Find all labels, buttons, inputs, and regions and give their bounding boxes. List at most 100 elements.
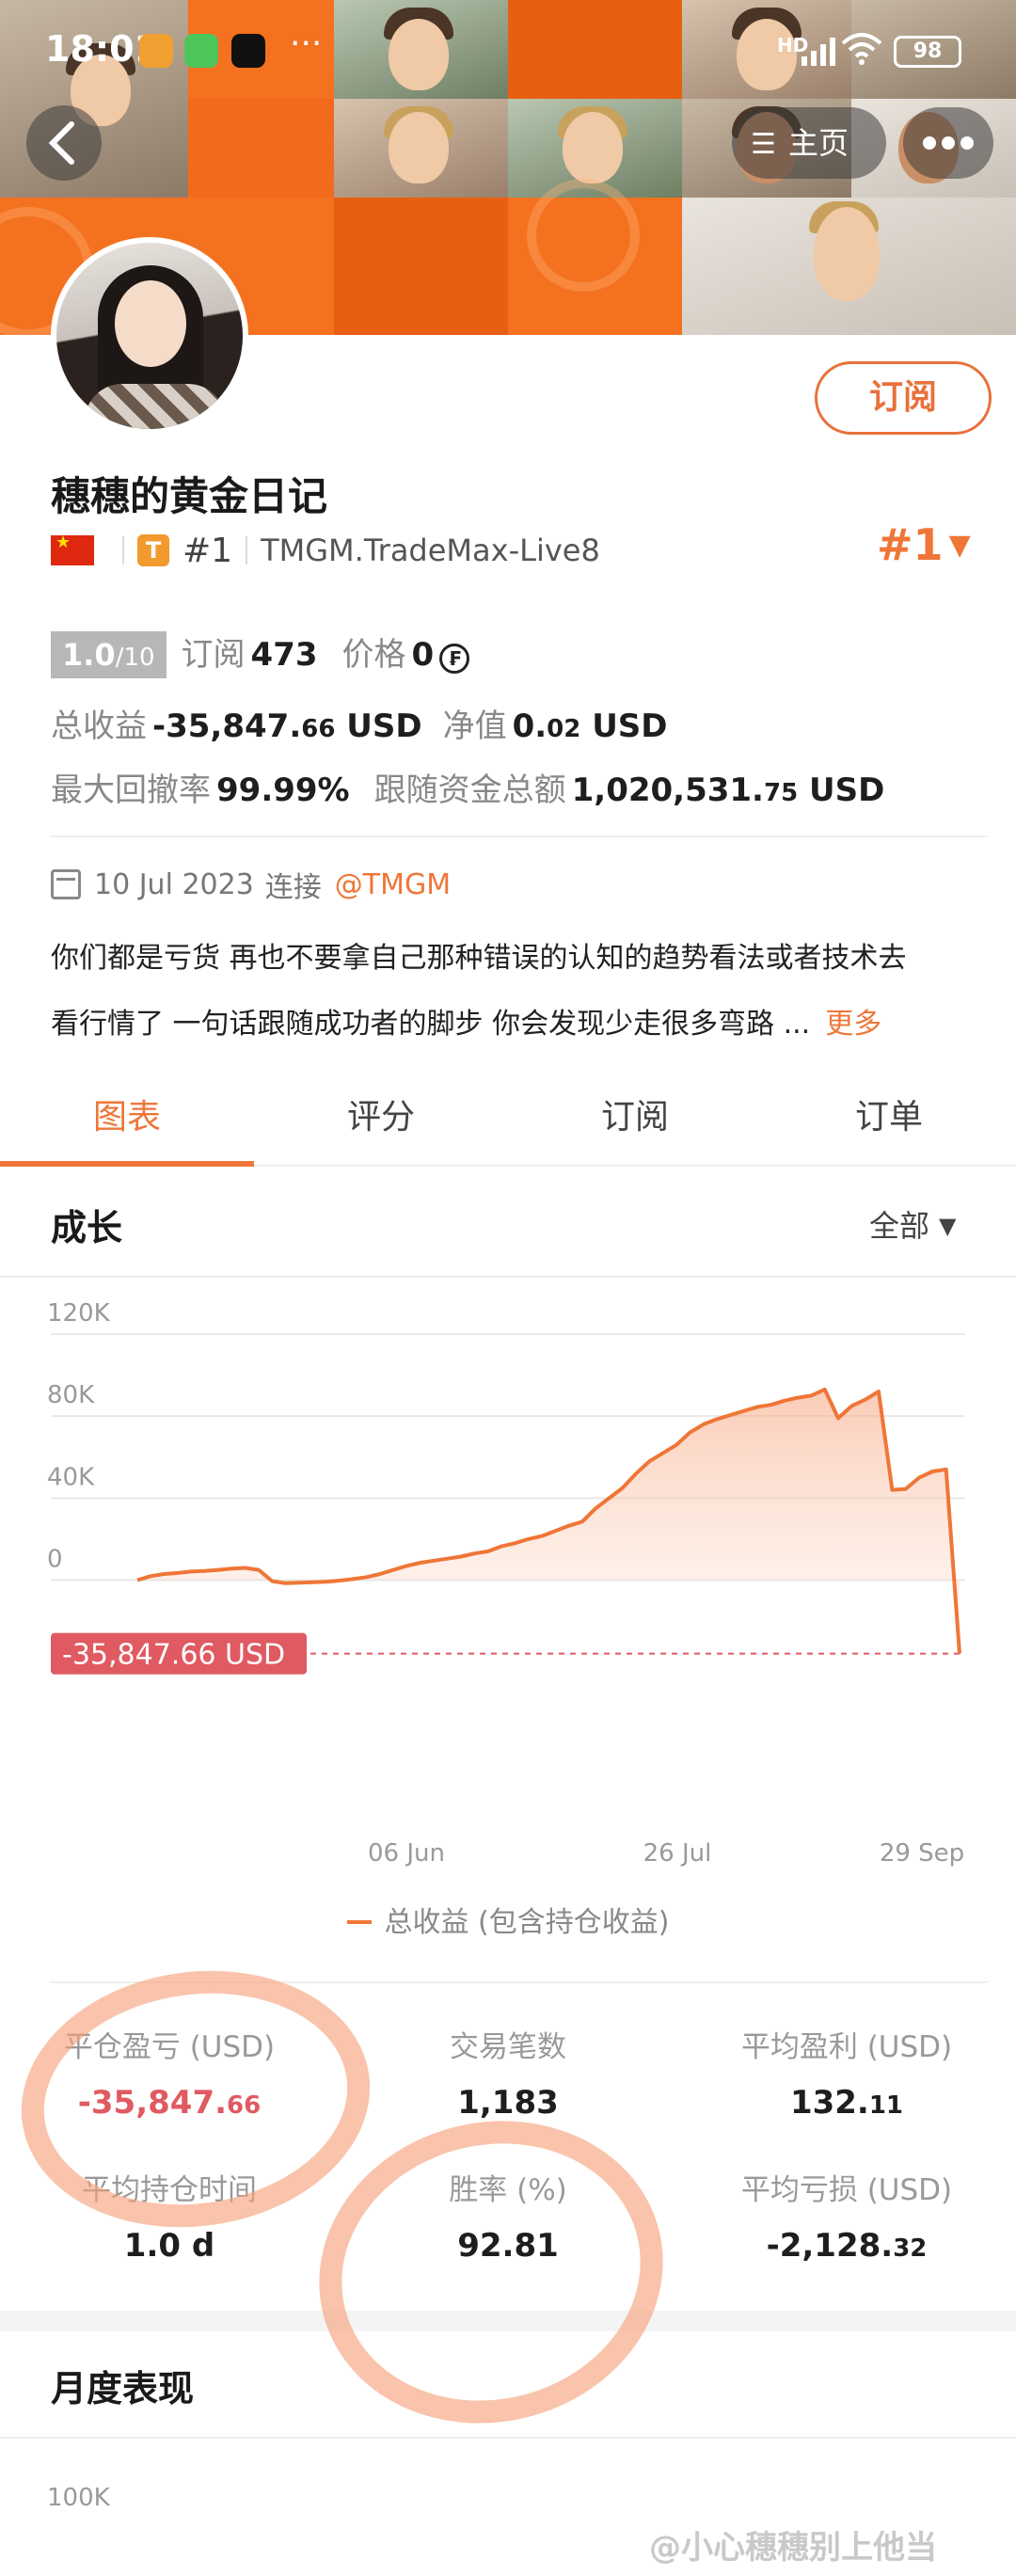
x-tick-label: 06 Jun	[368, 1839, 445, 1868]
tier-badge: T	[137, 534, 169, 566]
battery-indicator: 98	[894, 36, 961, 68]
avg-profit-value: 132.11	[677, 2084, 1016, 2122]
follow-funds-value: 1,020,531.75 USD	[572, 771, 885, 809]
subscribe-button[interactable]: 订阅	[815, 361, 992, 435]
download-icon	[184, 34, 218, 68]
overflow-dots: ···	[290, 24, 323, 63]
profile-meta: T #1 TMGM.TradeMax-Live8	[51, 529, 600, 572]
growth-title: 成长	[51, 1207, 123, 1248]
total-profit-label: 总收益	[51, 708, 147, 745]
total-profit-value: -35,847.66 USD	[152, 708, 422, 745]
stats-row-score: 1.0/10 订阅 473 价格 0 ₣	[51, 628, 470, 678]
nav-value: 0.02 USD	[513, 708, 668, 745]
trades-cell: 交易笔数 1,183	[339, 2023, 677, 2122]
join-info: 10 Jul 2023 连接 @TMGM	[51, 864, 451, 905]
y-tick-label: 120K	[47, 1299, 111, 1328]
menu-lines-icon: ☰	[751, 128, 776, 161]
banner-decoration	[527, 179, 640, 292]
tab-chart[interactable]: 图表	[0, 1082, 254, 1167]
total-profit-unit: USD	[346, 708, 422, 745]
banner-tile	[334, 198, 508, 335]
home-label: 主页	[788, 125, 849, 161]
range-filter-label: 全部	[869, 1208, 930, 1244]
y-tick-label: 0	[47, 1546, 63, 1574]
wifi-icon	[841, 33, 882, 65]
tab-orders[interactable]: 订单	[762, 1082, 1016, 1165]
tab-bar: 图表 评分 订阅 订单	[0, 1082, 1016, 1167]
avg-profit-int: 132.	[789, 2084, 869, 2122]
avg-profit-cell: 平均盈利 (USD) 132.11	[677, 2023, 1016, 2122]
avg-loss-value: -2,128.32	[677, 2227, 1016, 2265]
china-flag-icon	[51, 533, 94, 565]
caret-down-icon: ▼	[939, 1213, 957, 1239]
drawdown-value: 99.99%	[216, 771, 350, 809]
x-tick-label: 29 Sep	[880, 1839, 964, 1868]
follow-funds-label: 跟随资金总额	[373, 771, 566, 809]
trades-value: 1,183	[457, 2084, 559, 2122]
follow-funds-cents: 75	[763, 779, 799, 807]
follow-funds-int: 1,020,531.	[571, 771, 764, 809]
range-filter[interactable]: 全部 ▼	[869, 1202, 956, 1246]
legend-swatch	[346, 1920, 372, 1924]
chart-legend: 总收益 (包含持仓收益)	[0, 1899, 1016, 1940]
avg-loss-cents: 32	[893, 2234, 928, 2263]
description-line-text: 看行情了 一句话跟随成功者的脚步 你会发现少走很多弯路 ...	[51, 1008, 811, 1041]
drawdown-label: 最大回撤率	[51, 771, 211, 809]
nav-unit: USD	[592, 708, 668, 745]
account-server: TMGM.TradeMax-Live8	[261, 533, 600, 568]
total-profit-int: -35,847.	[152, 708, 302, 745]
nav-label: 净值	[442, 708, 507, 745]
y-tick-label: 80K	[47, 1381, 95, 1409]
subs-value: 473	[250, 636, 318, 674]
stats-row-drawdown: 最大回撤率 99.99% 跟随资金总额 1,020,531.75 USD	[51, 764, 909, 810]
avg-loss-cell: 平均亏损 (USD) -2,128.32	[677, 2166, 1016, 2265]
caret-down-icon: ▼	[948, 529, 971, 562]
signal-icon	[802, 38, 835, 66]
tab-rating[interactable]: 评分	[254, 1082, 508, 1165]
chevron-left-icon	[48, 121, 74, 165]
y-tick-label: 40K	[47, 1463, 95, 1491]
avg-loss-int: -2,128.	[766, 2227, 894, 2265]
score-max: /10	[115, 644, 155, 672]
rank-dropdown[interactable]: #1 ▼	[877, 519, 971, 570]
tiktok-icon	[231, 34, 265, 68]
home-button[interactable]: ☰ 主页	[732, 107, 886, 179]
more-button[interactable]	[903, 107, 993, 179]
score-value: 1.0	[62, 637, 116, 673]
hold-time-value: 1.0 d	[123, 2227, 215, 2265]
back-button[interactable]	[26, 105, 102, 181]
broker-link[interactable]: @TMGM	[335, 868, 451, 901]
monthly-y-tick: 100K	[47, 2484, 110, 2512]
divider	[0, 1276, 1016, 1278]
nav-cents: 02	[547, 715, 581, 743]
score-badge: 1.0/10	[51, 631, 167, 678]
legend-label: 总收益 (包含持仓收益)	[384, 1906, 670, 1939]
divider	[0, 2437, 1016, 2439]
description-line: 你们都是亏货 再也不要拿自己那种错误的认知的趋势看法或者技术去	[51, 942, 907, 975]
status-bar: 18:01 ··· HD 98	[0, 0, 1016, 102]
growth-area	[137, 1389, 960, 1654]
price-label: 价格	[341, 636, 406, 674]
connect-label: 连接	[264, 871, 322, 904]
growth-chart[interactable]: -35,847.66 USD 120K 80K 40K 0 06 Jun 26 Jul 2…	[0, 1280, 1016, 1929]
strategy-name: 穗穗的黄金日记	[51, 473, 328, 519]
strategy-description: 你们都是亏货 再也不要拿自己那种错误的认知的趋势看法或者技术去 看行情了 一句话…	[51, 926, 992, 1057]
divider	[122, 536, 124, 564]
subs-label: 订阅	[181, 636, 246, 674]
avg-loss-label: 平均亏损 (USD)	[740, 2173, 953, 2207]
calendar-icon	[51, 869, 81, 899]
banner-photo	[334, 99, 508, 198]
x-tick-label: 26 Jul	[643, 1839, 712, 1868]
more-link[interactable]: 更多	[825, 1008, 881, 1041]
rank-small: #1	[183, 531, 233, 570]
stats-row-profit: 总收益 -35,847.66 USD 净值 0.02 USD	[51, 700, 692, 746]
tab-subscribe[interactable]: 订阅	[508, 1082, 762, 1165]
current-value-label: -35,847.66 USD	[62, 1639, 285, 1672]
monthly-title: 月度表现	[51, 2368, 195, 2409]
app-notification-icon	[139, 34, 173, 68]
divider	[246, 536, 248, 564]
avg-profit-cents: 11	[868, 2091, 904, 2120]
total-profit-cents: 66	[301, 715, 336, 743]
avg-profit-label: 平均盈利 (USD)	[740, 2030, 953, 2064]
avatar[interactable]	[51, 237, 248, 435]
